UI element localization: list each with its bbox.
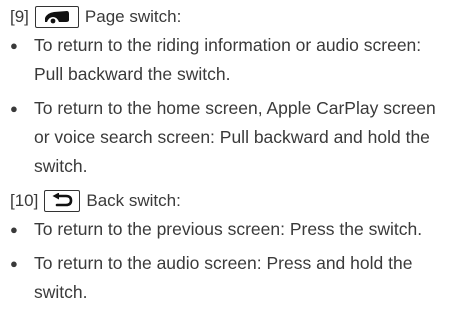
list-item-text: To return to the riding information or a… [34,35,422,84]
bullet-icon: ● [10,222,18,237]
list-item: ● To return to the home screen, Apple Ca… [10,94,455,181]
bullet-icon: ● [10,256,18,271]
list-item-text: To return to the audio screen: Press and… [34,253,413,302]
list-item: ● To return to the riding information or… [10,31,455,89]
page-switch-list: ● To return to the riding information or… [10,31,455,181]
list-item: ● To return to the audio screen: Press a… [10,249,455,307]
bullet-icon: ● [10,38,18,53]
page-switch-icon [34,5,79,28]
back-switch-list: ● To return to the previous screen: Pres… [10,215,455,307]
bullet-icon: ● [10,101,18,116]
back-switch-heading: [10] Back switch: [10,186,455,215]
back-arrow-icon [44,189,81,212]
page-switch-heading: [9] Page switch: [10,2,455,31]
list-item: ● To return to the previous screen: Pres… [10,215,455,244]
list-item-text: To return to the home screen, Apple CarP… [34,98,436,176]
item-number: [9] [10,7,29,26]
item-label: Page switch: [84,7,182,26]
item-number: [10] [10,191,39,210]
document: [9] Page switch: ● To return to the ridi… [10,0,455,312]
item-label: Back switch: [86,191,181,210]
list-item-text: To return to the previous screen: Press … [34,219,423,239]
